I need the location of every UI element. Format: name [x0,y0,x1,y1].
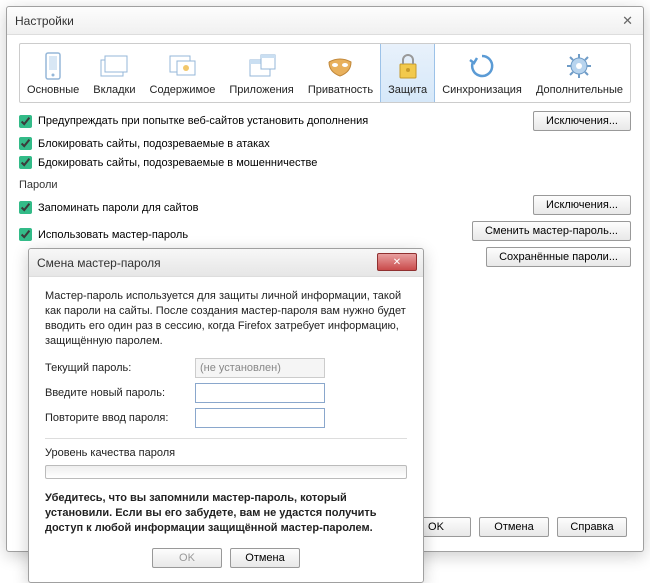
mask-icon [324,50,356,82]
settings-titlebar: Настройки ✕ [7,7,643,35]
dialog-description: Мастер-пароль используется для защиты ли… [45,289,407,348]
tab-label: Приложения [226,84,296,96]
tab-label: Вкладки [90,84,138,96]
tab-general[interactable]: Основные [20,44,86,102]
sync-icon [466,50,498,82]
tab-label: Дополнительные [533,84,626,96]
new-password-label: Введите новый пароль: [45,387,195,399]
change-master-button[interactable]: Сменить мастер-пароль... [472,221,631,241]
dialog-buttons: OK Отмена [45,548,407,568]
cancel-button[interactable]: Отмена [479,517,549,537]
dialog-cancel-button[interactable]: Отмена [230,548,300,568]
tab-advanced[interactable]: Дополнительные [529,44,630,102]
exceptions-button-1[interactable]: Исключения... [533,111,631,131]
main-footer-buttons: OK Отмена Справка [401,517,627,537]
tab-sync[interactable]: Синхронизация [435,44,529,102]
checkbox-remember-passwords[interactable] [19,201,32,214]
tab-privacy[interactable]: Приватность [301,44,380,102]
checkbox-use-master[interactable] [19,228,32,241]
tab-label: Защита [385,84,430,96]
tab-label: Приватность [305,84,376,96]
gear-icon [563,50,595,82]
separator [45,438,407,439]
current-password-label: Текущий пароль: [45,362,195,374]
checkbox-block-fraud[interactable] [19,156,32,169]
saved-passwords-button[interactable]: Сохранённые пароли... [486,247,631,267]
repeat-password-label: Повторите ввод пароля: [45,412,195,424]
dialog-close-button[interactable]: ✕ [377,253,417,271]
label-warn-addons: Предупреждать при попытке веб-сайтов уст… [38,115,368,127]
repeat-password-field[interactable] [195,408,325,428]
tab-content[interactable]: Содержимое [143,44,223,102]
label-use-master: Использовать мастер-пароль [38,229,188,241]
tab-tabs[interactable]: Вкладки [86,44,142,102]
general-icon [37,50,69,82]
applications-icon [246,50,278,82]
dialog-titlebar: Смена мастер-пароля ✕ [29,249,423,277]
tab-label: Основные [24,84,82,96]
exceptions-button-2[interactable]: Исключения... [533,195,631,215]
password-quality-meter [45,465,407,479]
label-block-fraud: Бдокировать сайты, подозреваемые в мошен… [38,157,317,169]
quality-label: Уровень качества пароля [45,447,407,459]
dialog-warning: Убедитесь, что вы запомнили мастер-парол… [45,491,407,536]
category-toolbar: Основные Вкладки Содержимое Приложения П… [19,43,631,103]
tab-applications[interactable]: Приложения [222,44,300,102]
close-icon[interactable]: ✕ [622,13,633,29]
content-icon [166,50,198,82]
checkbox-block-attack[interactable] [19,137,32,150]
change-master-password-dialog: Смена мастер-пароля ✕ Мастер-пароль испо… [28,248,424,583]
tab-label: Содержимое [147,84,219,96]
settings-title: Настройки [15,14,74,28]
dialog-title: Смена мастер-пароля [37,256,161,270]
label-block-attack: Блокировать сайты, подозреваемые в атака… [38,138,270,150]
checkbox-warn-addons[interactable] [19,115,32,128]
current-password-field [195,358,325,378]
dialog-ok-button[interactable]: OK [152,548,222,568]
help-button[interactable]: Справка [557,517,627,537]
tabs-icon [98,50,130,82]
passwords-section-label: Пароли [19,179,631,191]
lock-icon [392,50,424,82]
new-password-field[interactable] [195,383,325,403]
tab-label: Синхронизация [439,84,525,96]
label-remember-passwords: Запоминать пароли для сайтов [38,202,199,214]
tab-security[interactable]: Защита [380,44,435,102]
